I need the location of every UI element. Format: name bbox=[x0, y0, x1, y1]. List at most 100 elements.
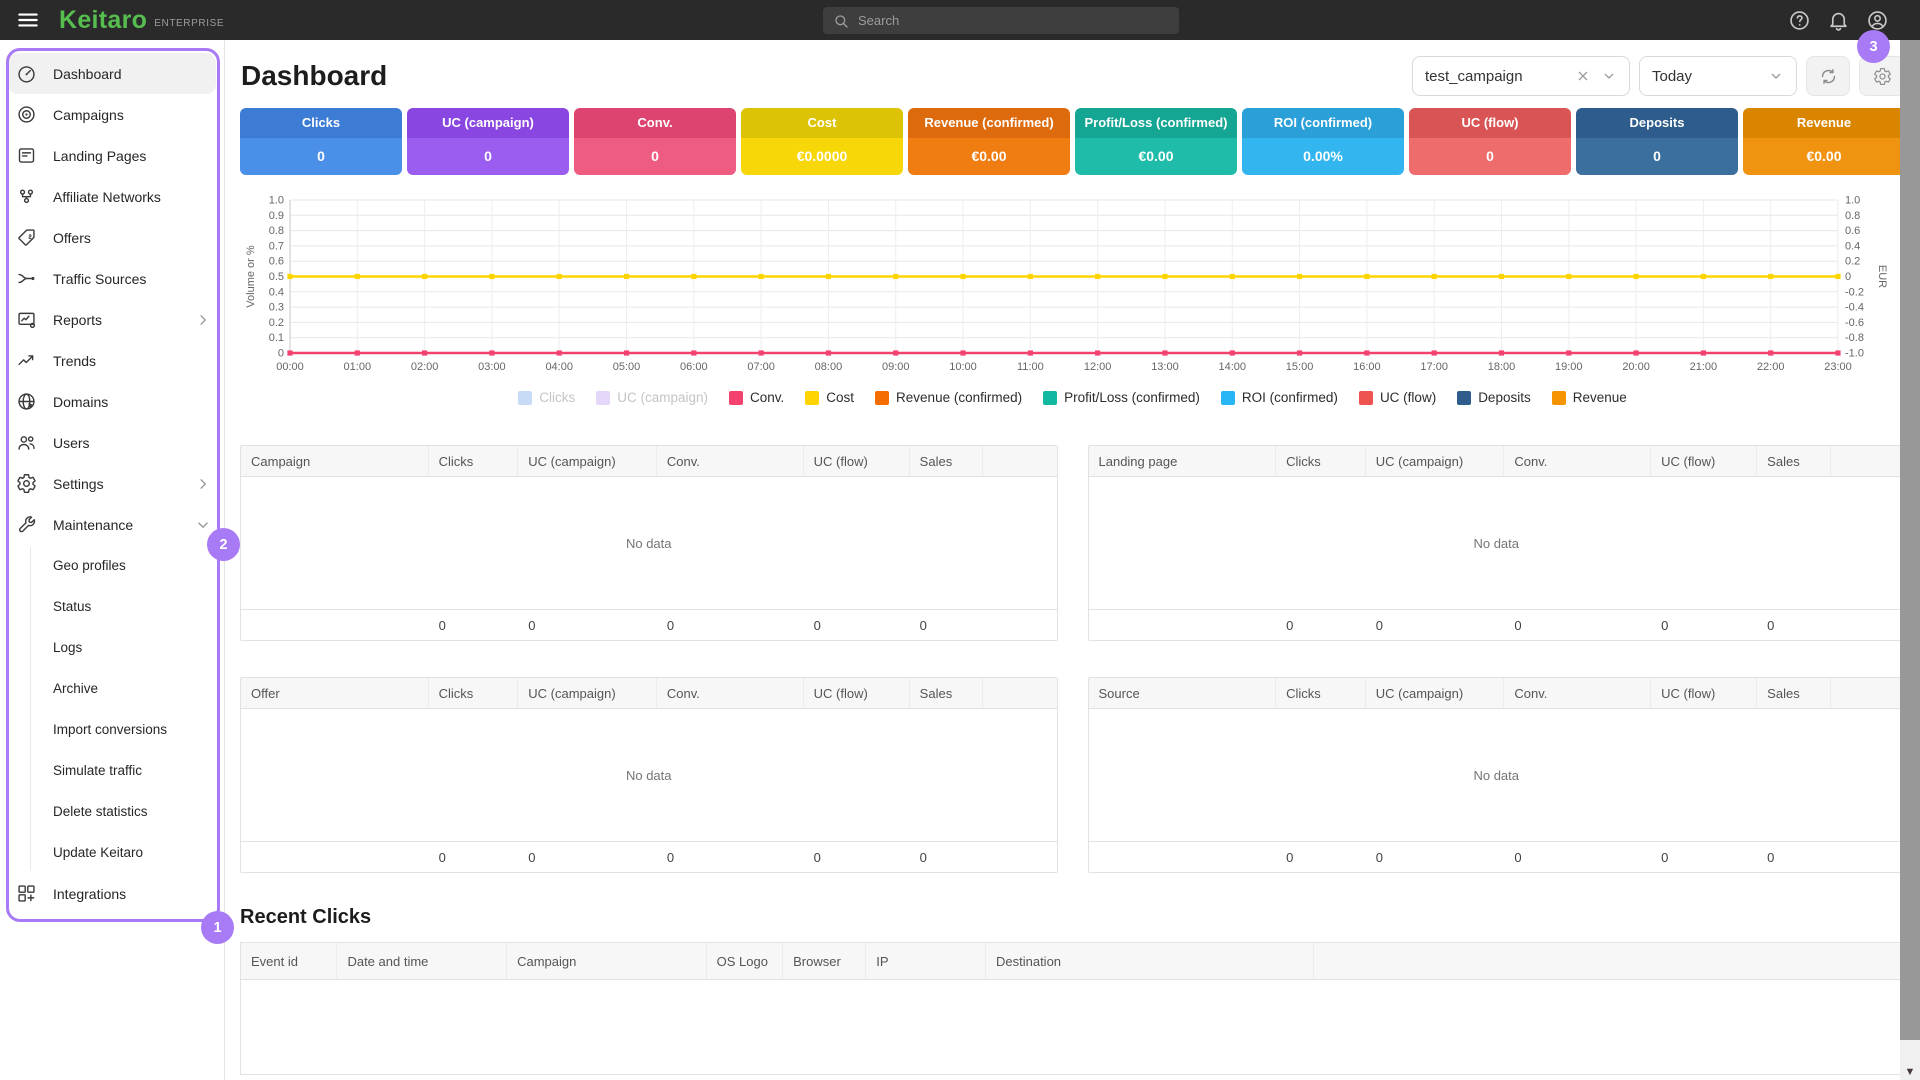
legend-item-uc-flow[interactable]: UC (flow) bbox=[1358, 390, 1437, 405]
column-header-conv: Conv. bbox=[1504, 678, 1652, 708]
settings-icon bbox=[16, 473, 37, 494]
offers-icon bbox=[16, 227, 37, 248]
metric-card-revenue-confirmed[interactable]: Revenue (confirmed) €0.00 bbox=[908, 108, 1070, 175]
metric-card-revenue[interactable]: Revenue €0.00 bbox=[1743, 108, 1905, 175]
sidebar-item-campaigns[interactable]: Campaigns bbox=[0, 94, 224, 135]
sidebar-nav: Dashboard Campaigns Landing Pages Affiliate… bbox=[0, 53, 224, 914]
metric-card-clicks[interactable]: Clicks 0 bbox=[240, 108, 402, 175]
metric-card-profit-loss-confirmed[interactable]: Profit/Loss (confirmed) €0.00 bbox=[1075, 108, 1237, 175]
page-scrollbar[interactable]: ▼ bbox=[1900, 40, 1920, 1080]
brand-logo[interactable]: Keitaro ENTERPRISE bbox=[59, 6, 224, 35]
recent-clicks-column-event-id: Event id bbox=[241, 943, 338, 979]
legend-item-revenue-confirmed[interactable]: Revenue (confirmed) bbox=[875, 390, 1022, 405]
sidebar-item-dashboard[interactable]: Dashboard bbox=[8, 53, 216, 94]
campaigns-icon bbox=[16, 104, 37, 125]
legend-item-conv[interactable]: Conv. bbox=[729, 390, 784, 405]
legend-swatch bbox=[1043, 390, 1058, 405]
column-header-sales: Sales bbox=[910, 678, 984, 708]
legend-item-roi-confirmed[interactable]: ROI (confirmed) bbox=[1220, 390, 1338, 405]
metric-card-uc-campaign[interactable]: UC (campaign) 0 bbox=[407, 108, 569, 175]
dashboard-settings-button[interactable] bbox=[1859, 56, 1905, 96]
sidebar-item-integrations[interactable]: Integrations bbox=[0, 873, 224, 914]
recent-clicks-table: Event id Date and time Campaign OS Logo Brow… bbox=[240, 942, 1905, 1075]
sidebar-item-users[interactable]: Users bbox=[0, 422, 224, 463]
metric-card-deposits[interactable]: Deposits 0 bbox=[1576, 108, 1738, 175]
column-header-uc-campaign: UC (campaign) bbox=[518, 678, 657, 708]
legend-item-profit-loss-confirmed[interactable]: Profit/Loss (confirmed) bbox=[1043, 390, 1200, 405]
legend-item-deposits[interactable]: Deposits bbox=[1457, 390, 1531, 405]
metric-card-roi-confirmed[interactable]: ROI (confirmed) 0.00% bbox=[1242, 108, 1404, 175]
sidebar-item-landing-pages[interactable]: Landing Pages bbox=[0, 135, 224, 176]
sidebar-subitem-geo-profiles[interactable]: Geo profiles bbox=[0, 545, 224, 586]
sidebar-subitem-delete-statistics[interactable]: Delete statistics bbox=[0, 791, 224, 832]
sidebar-subitem-update-keitaro[interactable]: Update Keitaro bbox=[0, 832, 224, 873]
sidebar-item-traffic-sources[interactable]: Traffic Sources bbox=[0, 258, 224, 299]
scrollbar-thumb[interactable] bbox=[1900, 40, 1920, 1040]
sidebar-item-domains[interactable]: Domains bbox=[0, 381, 224, 422]
sidebar-subitem-simulate-traffic[interactable]: Simulate traffic bbox=[0, 750, 224, 791]
metric-card-conv[interactable]: Conv. 0 bbox=[574, 108, 736, 175]
annotation-badge-3: 3 bbox=[1857, 30, 1890, 63]
sidebar-subitem-status[interactable]: Status bbox=[0, 586, 224, 627]
column-header-campaign: Campaign bbox=[241, 446, 429, 476]
sidebar-item-trends[interactable]: Trends bbox=[0, 340, 224, 381]
metric-card-label: UC (campaign) bbox=[407, 108, 569, 138]
legend-swatch bbox=[518, 390, 533, 405]
legend-item-clicks[interactable]: Clicks bbox=[518, 390, 575, 405]
metric-card-label: Conv. bbox=[574, 108, 736, 138]
sidebar-item-offers[interactable]: Offers bbox=[0, 217, 224, 258]
sidebar-item-settings[interactable]: Settings bbox=[0, 463, 224, 504]
page-title: Dashboard bbox=[241, 60, 388, 91]
date-range-select[interactable]: Today bbox=[1639, 56, 1797, 96]
recent-clicks-column-date-and-time: Date and time bbox=[337, 943, 508, 979]
hamburger-menu-button[interactable] bbox=[15, 7, 41, 33]
total-cell: 0 bbox=[813, 617, 821, 633]
svg-text:02:00: 02:00 bbox=[411, 361, 439, 373]
main-content: Dashboard test_campaign Today Clicks 0 U… bbox=[225, 40, 1920, 1080]
search-input[interactable]: Search bbox=[823, 7, 1179, 34]
sidebar-item-reports[interactable]: Reports bbox=[0, 299, 224, 340]
total-cell: 0 bbox=[919, 617, 927, 633]
sidebar-item-label: Maintenance bbox=[53, 516, 134, 533]
metric-card-cost[interactable]: Cost €0.0000 bbox=[741, 108, 903, 175]
legend-item-cost[interactable]: Cost bbox=[805, 390, 854, 405]
total-cell: 0 bbox=[1514, 617, 1522, 633]
summary-table-header-row: Landing page Clicks UC (campaign) Conv. UC (… bbox=[1088, 446, 1904, 477]
column-header-conv: Conv. bbox=[657, 446, 804, 476]
metric-card-label: Clicks bbox=[240, 108, 402, 138]
summary-table-totals-row: 0 0 0 0 0 bbox=[241, 842, 1057, 872]
chevron-right-icon bbox=[194, 311, 212, 329]
help-icon[interactable] bbox=[1788, 9, 1811, 32]
legend-label: UC (flow) bbox=[1379, 390, 1437, 405]
campaign-filter-select[interactable]: test_campaign bbox=[1412, 56, 1630, 96]
svg-text:0.3: 0.3 bbox=[269, 302, 284, 314]
sidebar-subitem-import-conversions[interactable]: Import conversions bbox=[0, 709, 224, 750]
svg-text:14:00: 14:00 bbox=[1218, 361, 1246, 373]
refresh-button[interactable] bbox=[1806, 56, 1850, 96]
sidebar-subitem-archive[interactable]: Archive bbox=[0, 668, 224, 709]
svg-text:10:00: 10:00 bbox=[949, 361, 977, 373]
column-header-uc-campaign: UC (campaign) bbox=[1366, 678, 1505, 708]
sidebar-item-affiliate-networks[interactable]: Affiliate Networks bbox=[0, 176, 224, 217]
notifications-bell-icon[interactable] bbox=[1827, 9, 1850, 32]
legend-item-uc-campaign[interactable]: UC (campaign) bbox=[596, 390, 708, 405]
total-cell: 0 bbox=[1375, 849, 1383, 865]
sidebar-item-maintenance[interactable]: Maintenance bbox=[0, 504, 224, 545]
clear-filter-icon[interactable] bbox=[1575, 68, 1591, 84]
traffic-chart: 1.0 0.9 0.8 0.7 0.6 0.5 0.4 0.3 0.2 0.1 0 1.0 0.8 0.6… bbox=[240, 194, 1905, 406]
sidebar-subitem-logs[interactable]: Logs bbox=[0, 627, 224, 668]
metric-card-uc-flow[interactable]: UC (flow) 0 bbox=[1409, 108, 1571, 175]
legend-label: UC (campaign) bbox=[617, 390, 709, 405]
reports-icon bbox=[16, 309, 37, 330]
metric-card-label: Revenue (confirmed) bbox=[908, 108, 1070, 138]
legend-item-revenue[interactable]: Revenue bbox=[1551, 390, 1627, 405]
total-cell: 0 bbox=[1514, 849, 1522, 865]
total-cell: 0 bbox=[813, 849, 821, 865]
sidebar-item-label: Domains bbox=[53, 393, 109, 410]
recent-clicks-column-campaign: Campaign bbox=[507, 943, 707, 979]
scrollbar-down-arrow[interactable]: ▼ bbox=[1900, 1066, 1920, 1078]
legend-swatch bbox=[1358, 390, 1373, 405]
total-cell: 0 bbox=[528, 849, 536, 865]
sidebar-item-label: Trends bbox=[53, 352, 97, 369]
user-account-icon[interactable] bbox=[1866, 9, 1889, 32]
